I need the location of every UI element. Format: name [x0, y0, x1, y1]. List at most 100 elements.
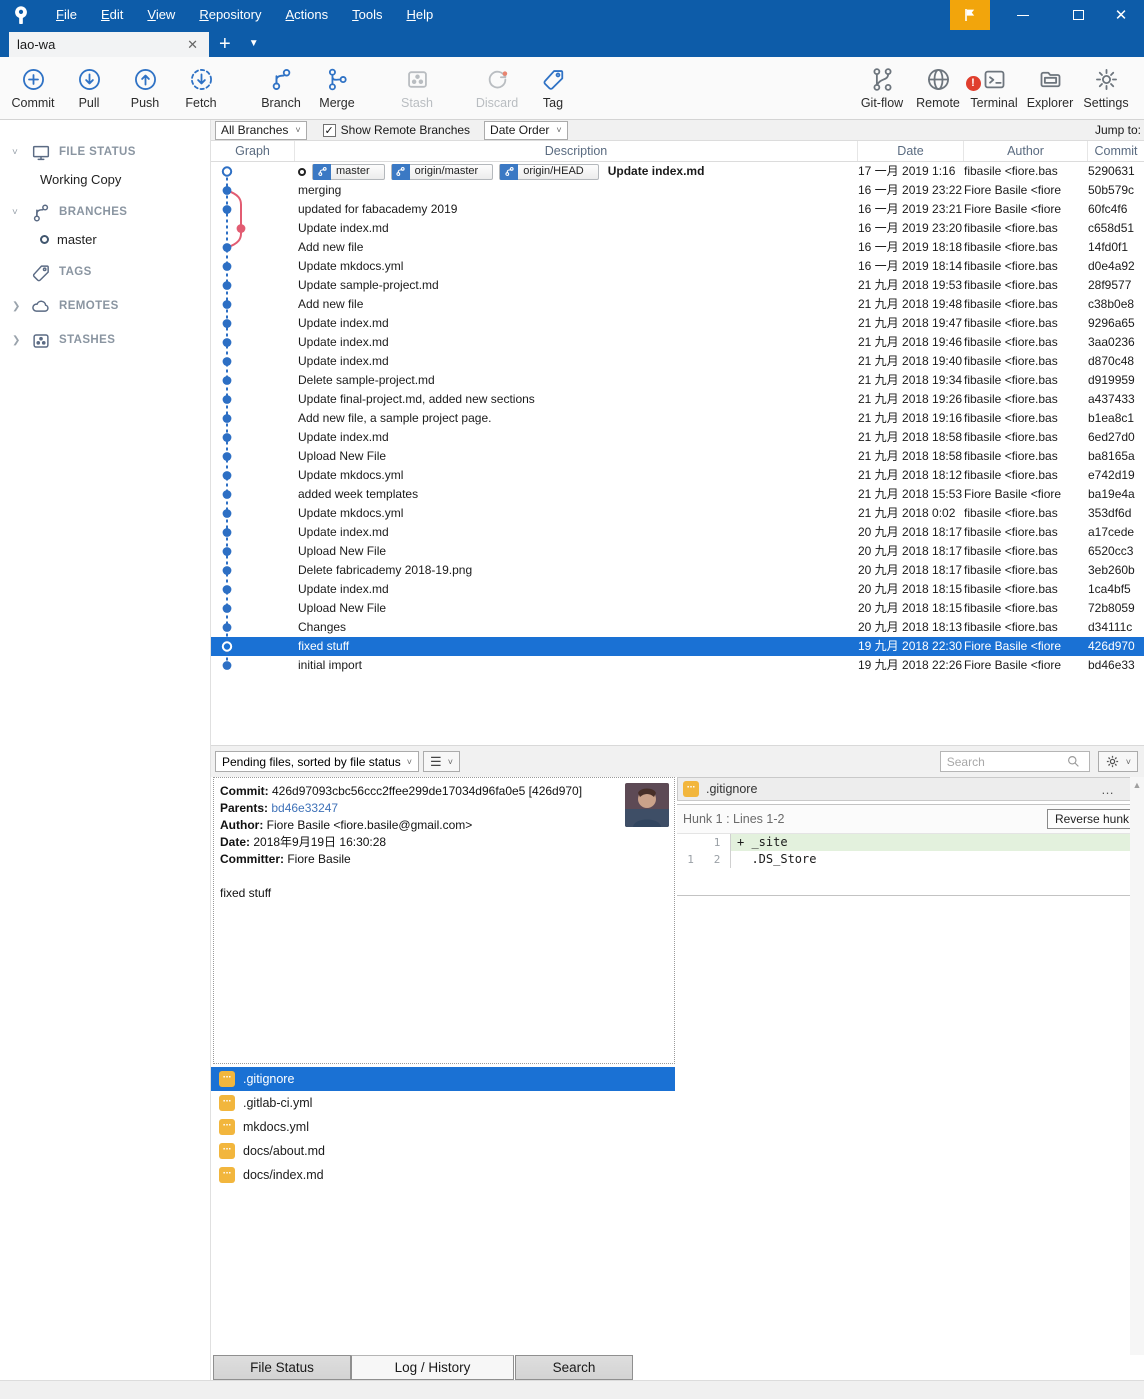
explorer-button[interactable]: Explorer [1022, 60, 1078, 116]
commit-row[interactable]: Upload New File 20 九月 2018 18:17 fibasile … [211, 542, 1144, 561]
ref-badge-label: master [336, 165, 370, 177]
file-row[interactable]: ··· mkdocs.yml [211, 1115, 675, 1139]
commit-row[interactable]: Update index.md 20 九月 2018 18:15 fibasile … [211, 580, 1144, 599]
tab-search[interactable]: Search [515, 1355, 633, 1380]
commit-row[interactable]: Upload New File 20 九月 2018 18:15 fibasile … [211, 599, 1144, 618]
menu-tools[interactable]: Tools [340, 7, 394, 22]
commit-row[interactable]: updated for fabacademy 2019 16 一月 2019 23… [211, 200, 1144, 219]
commit-row[interactable]: Update index.md 20 九月 2018 18:17 fibasile … [211, 523, 1144, 542]
reverse-hunk-button[interactable]: Reverse hunk [1046, 809, 1137, 829]
commit-row[interactable]: Upload New File 21 九月 2018 18:58 fibasile … [211, 447, 1144, 466]
tab-list-dropdown-icon[interactable]: ▼ [241, 32, 267, 57]
pull-button[interactable]: Pull [61, 60, 117, 116]
toolbar-button-label: Fetch [185, 96, 217, 110]
view-options-button[interactable]: ☰ ˅ [423, 751, 460, 772]
tag-button[interactable]: Tag [525, 60, 581, 116]
show-remote-label: Show Remote Branches [340, 123, 471, 137]
ref-badge-master[interactable]: master [312, 163, 385, 180]
chevron-down-icon[interactable]: ˅ [12, 207, 28, 218]
branch-filter-select[interactable]: All Branches ˅ [215, 120, 307, 140]
column-header-author[interactable]: Author [964, 141, 1088, 161]
commit-row[interactable]: Changes 20 九月 2018 18:13 fibasile <fiore.b… [211, 618, 1144, 637]
menu-edit[interactable]: Edit [89, 7, 135, 22]
diff-scrollbar[interactable]: ▲ [1130, 777, 1144, 1355]
graph-cell [211, 276, 295, 295]
commit-author: Fiore Basile <fiore [964, 202, 1062, 216]
commit-row[interactable]: Update mkdocs.yml 21 九月 2018 0:02 fibasile… [211, 504, 1144, 523]
branch-button[interactable]: Branch [253, 60, 309, 116]
repo-tab[interactable]: lao-wa ✕ [9, 32, 209, 57]
file-row[interactable]: ··· .gitignore [211, 1067, 675, 1091]
commit-row[interactable]: Add new file 21 九月 2018 19:48 fibasile <fi… [211, 295, 1144, 314]
commit-row[interactable]: Update mkdocs.yml 21 九月 2018 18:12 fibasil… [211, 466, 1144, 485]
menu-help[interactable]: Help [394, 7, 445, 22]
parent-hash-link[interactable]: bd46e33247 [271, 801, 338, 815]
sidebar-section-stashes[interactable]: ❯ STASHES [0, 326, 210, 354]
fetch-button[interactable]: Fetch [173, 60, 229, 116]
sidebar-section-remotes[interactable]: ❯ REMOTES [0, 292, 210, 320]
file-row[interactable]: ··· .gitlab-ci.yml [211, 1091, 675, 1115]
sidebar-item-working-copy[interactable]: Working Copy [0, 166, 210, 192]
new-tab-button[interactable]: + [209, 32, 241, 57]
commit-row[interactable]: Add new file 16 一月 2019 18:18 fibasile <fi… [211, 238, 1144, 257]
commit-row[interactable]: Update index.md 21 九月 2018 19:46 fibasile … [211, 333, 1144, 352]
sidebar-section-file-status[interactable]: ˅ FILE STATUS [0, 138, 210, 166]
close-button[interactable]: ✕ [1098, 0, 1144, 30]
maximize-button[interactable] [1055, 0, 1101, 30]
commit-row[interactable]: Delete sample-project.md 21 九月 2018 19:34… [211, 371, 1144, 390]
tab-log-history[interactable]: Log / History [351, 1355, 514, 1380]
sidebar-section-tags[interactable]: TAGS [0, 258, 210, 286]
menu-actions[interactable]: Actions [273, 7, 340, 22]
push-button[interactable]: Push [117, 60, 173, 116]
commit-row[interactable]: Update index.md 21 九月 2018 19:40 fibasile … [211, 352, 1144, 371]
sidebar-section-branches[interactable]: ˅ BRANCHES [0, 198, 210, 226]
menu-file[interactable]: File [44, 7, 89, 22]
diff-settings-button[interactable]: ˅ [1097, 751, 1138, 772]
column-header-date[interactable]: Date [858, 141, 964, 161]
tab-file-status[interactable]: File Status [213, 1355, 351, 1380]
commit-row[interactable]: Update index.md 21 九月 2018 19:47 fibasile … [211, 314, 1144, 333]
menu-repository[interactable]: Repository [187, 7, 273, 22]
column-header-graph[interactable]: Graph [211, 141, 295, 161]
commit-row[interactable]: Delete fabricademy 2018-19.png 20 九月 2018… [211, 561, 1144, 580]
commit-row[interactable]: merging 16 一月 2019 23:22 Fiore Basile <fio… [211, 181, 1144, 200]
column-header-description[interactable]: Description [295, 141, 858, 161]
commit-row[interactable]: added week templates 21 九月 2018 15:53 Fior… [211, 485, 1144, 504]
chevron-right-icon[interactable]: ❯ [12, 335, 28, 346]
file-row[interactable]: ··· docs/index.md [211, 1163, 675, 1187]
order-filter-select[interactable]: Date Order ˅ [484, 120, 568, 140]
commit-row[interactable]: Add new file, a sample project page. 21 九… [211, 409, 1144, 428]
commit-button[interactable]: Commit [5, 60, 61, 116]
search-input[interactable] [946, 754, 1067, 769]
commit-row[interactable]: Update index.md 16 一月 2019 23:20 fibasile … [211, 219, 1144, 238]
diff-menu-button[interactable]: … [1095, 782, 1121, 797]
menu-view[interactable]: View [135, 7, 187, 22]
tag-icon [540, 66, 567, 93]
ref-badge-origin-HEAD[interactable]: origin/HEAD [499, 163, 599, 180]
commit-row[interactable]: Update index.md 21 九月 2018 18:58 fibasile … [211, 428, 1144, 447]
commit-row[interactable]: master origin/master origin/HEAD Update ind… [211, 162, 1144, 181]
commit-author: fibasile <fiore.bas [964, 316, 1058, 330]
notifications-flag-button[interactable] [950, 0, 990, 30]
file-row[interactable]: ··· docs/about.md [211, 1139, 675, 1163]
pending-files-select[interactable]: Pending files, sorted by file status ˅ [215, 751, 420, 772]
settings-button[interactable]: Settings [1078, 60, 1134, 116]
column-header-commit[interactable]: Commit [1088, 141, 1144, 161]
chevron-down-icon[interactable]: ˅ [12, 147, 28, 158]
commit-row[interactable]: fixed stuff 19 九月 2018 22:30 Fiore Basile … [211, 637, 1144, 656]
git-flow-button[interactable]: Git-flow [854, 60, 910, 116]
chevron-right-icon[interactable]: ❯ [12, 301, 28, 312]
remote-button[interactable]: ! Remote [910, 60, 981, 116]
show-remote-checkbox[interactable]: ✓ [322, 123, 336, 137]
commit-row[interactable]: Update sample-project.md 21 九月 2018 19:53… [211, 276, 1144, 295]
sidebar-item-master[interactable]: master [0, 226, 210, 252]
minimize-button[interactable] [1000, 0, 1046, 30]
commit-row[interactable]: Update mkdocs.yml 16 一月 2019 18:14 fibasil… [211, 257, 1144, 276]
discard-icon [484, 66, 511, 93]
ref-badge-origin-master[interactable]: origin/master [390, 163, 494, 180]
commit-row[interactable]: initial import 19 九月 2018 22:26 Fiore Basi… [211, 656, 1144, 675]
tab-close-icon[interactable]: ✕ [184, 37, 201, 53]
commit-author: fibasile <fiore.bas [964, 620, 1058, 634]
commit-row[interactable]: Update final-project.md, added new secti… [211, 390, 1144, 409]
merge-button[interactable]: Merge [309, 60, 365, 116]
